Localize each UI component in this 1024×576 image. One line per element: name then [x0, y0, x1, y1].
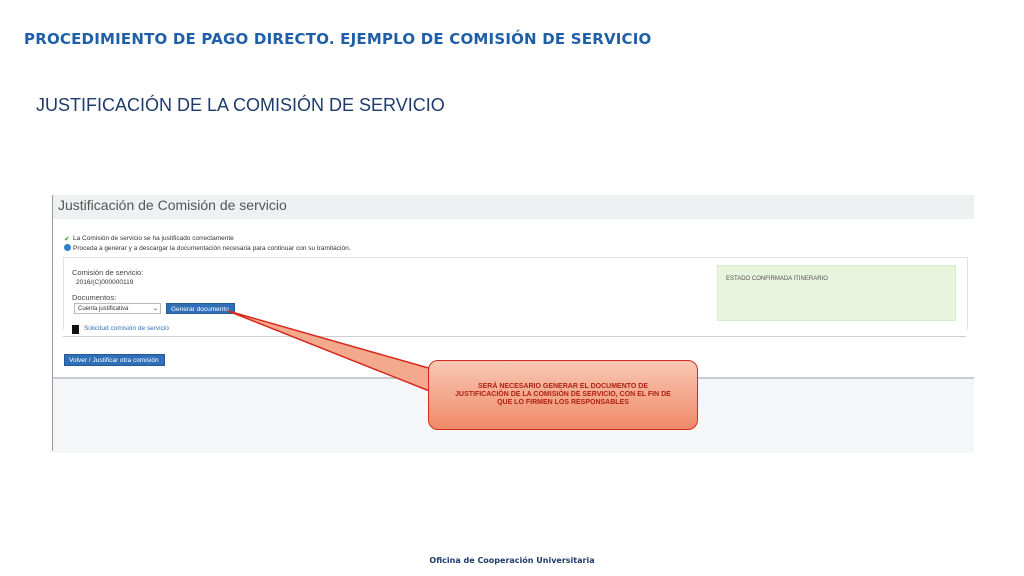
callout-pointer [227, 310, 433, 393]
footer: Oficina de Cooperación Universitaria [429, 556, 595, 565]
callout-text: SERÁ NECESARIO GENERAR EL DOCUMENTO DE J… [455, 383, 671, 406]
callout-box: SERÁ NECESARIO GENERAR EL DOCUMENTO DE J… [428, 360, 698, 430]
